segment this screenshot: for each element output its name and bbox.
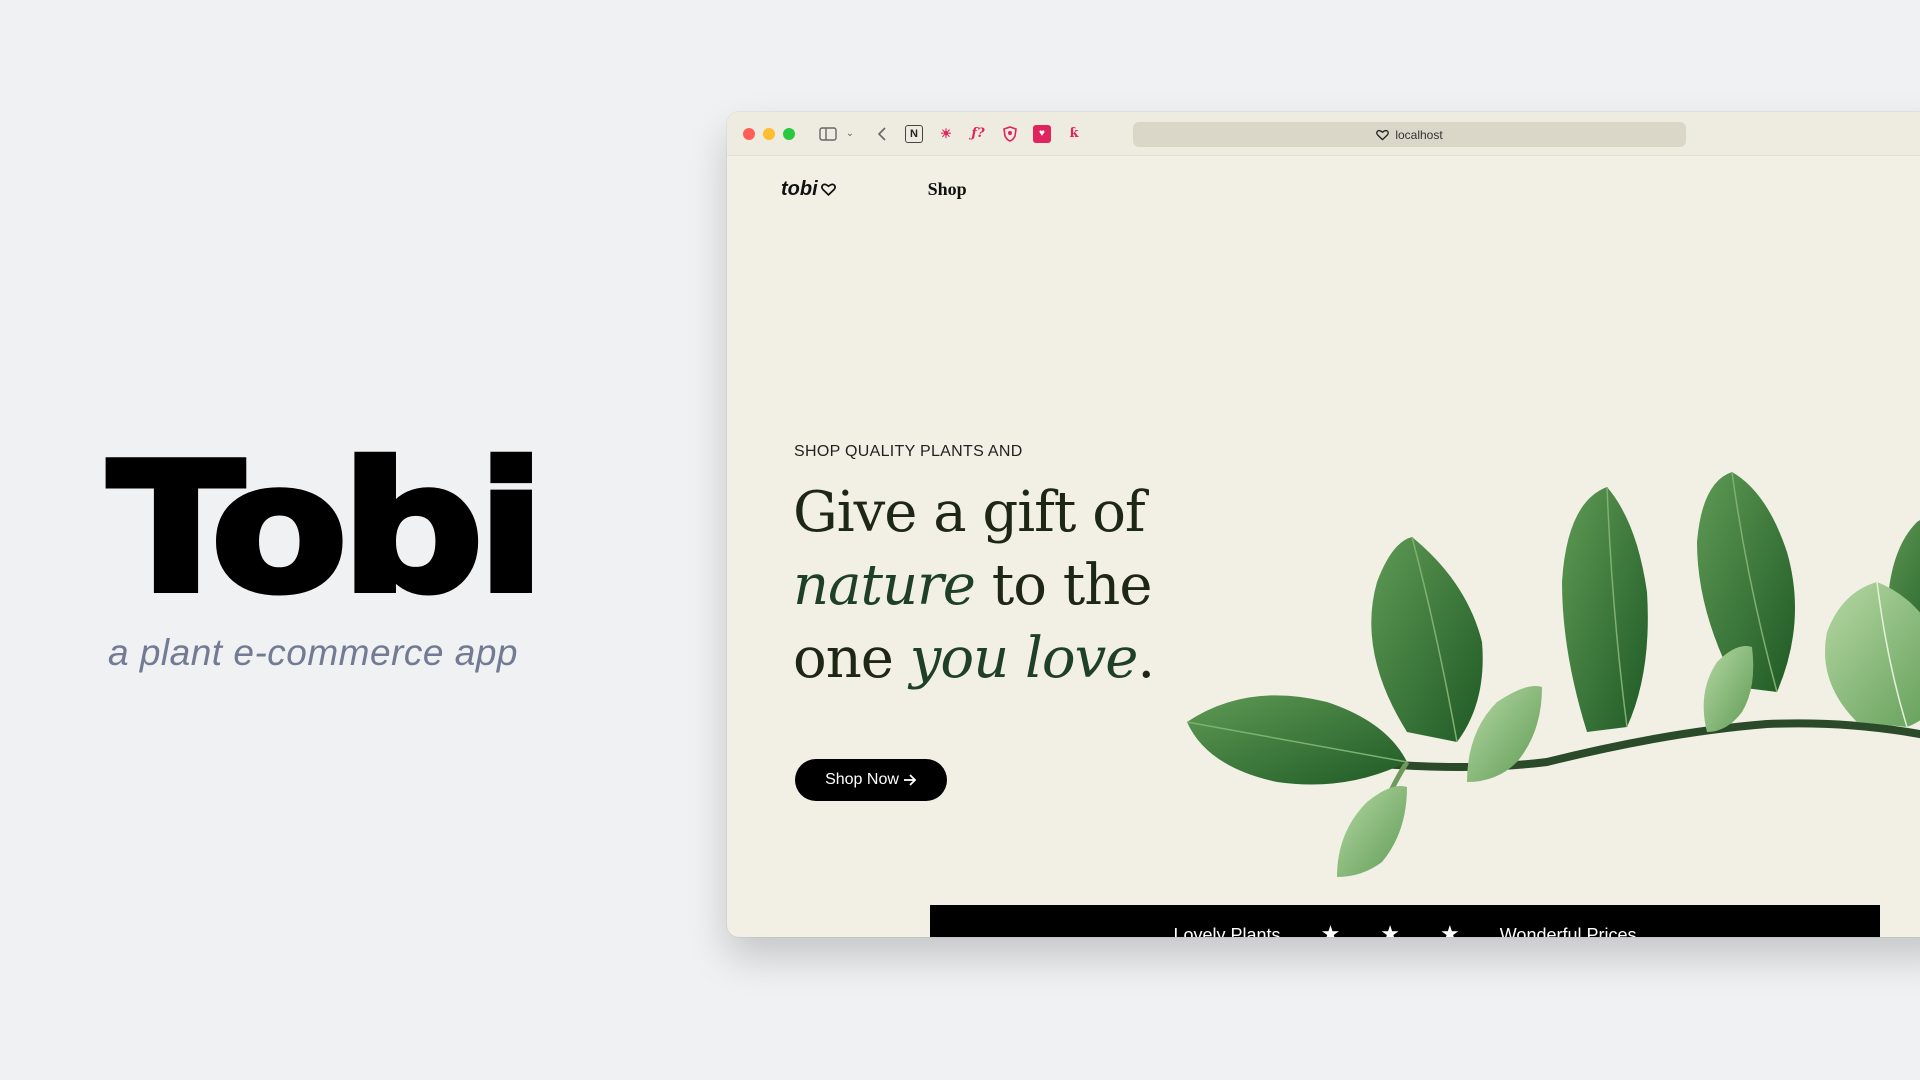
hero-line-2-rest: to the bbox=[991, 553, 1153, 618]
hero-line-3: one you love. bbox=[793, 622, 1155, 695]
leaf-dark-1 bbox=[1186, 695, 1408, 785]
minimize-window-button[interactable] bbox=[763, 127, 775, 140]
hero-title: Give a gift of nature to the one you lov… bbox=[793, 476, 1155, 695]
site-logo[interactable]: tobi bbox=[781, 178, 836, 201]
plant-leaves-image bbox=[1186, 471, 1920, 877]
honey-extension-icon[interactable]: ƙ bbox=[1065, 125, 1083, 143]
hero-line-3-start: one bbox=[793, 626, 894, 691]
logo-text: tobi bbox=[781, 178, 818, 200]
address-text: localhost bbox=[1395, 127, 1443, 142]
chevron-down-icon[interactable]: ⌄ bbox=[841, 125, 859, 143]
close-window-button[interactable] bbox=[743, 127, 755, 140]
window-controls bbox=[743, 127, 795, 140]
browser-window: ⌄ N ☀ ƒ? ♥ ƙ localhost ↓ tobi Shop SHOP … bbox=[727, 112, 1920, 937]
zoom-window-button[interactable] bbox=[783, 127, 795, 140]
shield-extension-icon[interactable] bbox=[1001, 125, 1019, 143]
site-nav: tobi Shop bbox=[781, 178, 967, 201]
leaf-light-4 bbox=[1825, 581, 1920, 728]
star-icon: ★ bbox=[1440, 921, 1460, 938]
marquee-text-right: Wonderful Prices bbox=[1499, 925, 1637, 937]
hero-line-3-end: . bbox=[1137, 626, 1155, 691]
pocket-extension-icon[interactable]: ♥ bbox=[1033, 124, 1051, 143]
notion-icon[interactable]: N bbox=[905, 124, 923, 143]
brand-title: Tobi bbox=[105, 425, 549, 632]
hero-line-1: Give a gift of bbox=[793, 480, 1146, 545]
brand-subtitle: a plant e-commerce app bbox=[108, 632, 518, 673]
brand-block: Tobi a plant e-commerce app bbox=[105, 437, 549, 674]
leaf-light-3 bbox=[1703, 646, 1754, 732]
browser-toolbar: ⌄ N ☀ ƒ? ♥ ƙ localhost ↓ bbox=[727, 112, 1920, 156]
shop-now-label: Shop Now bbox=[825, 771, 899, 788]
shop-now-button[interactable]: Shop Now bbox=[795, 759, 947, 801]
arrow-right-icon bbox=[903, 774, 917, 786]
star-icon: ★ bbox=[1320, 921, 1341, 938]
leaf-dark-3 bbox=[1562, 486, 1648, 732]
hero-line-2: nature to the bbox=[793, 549, 1154, 622]
sun-extension-icon[interactable]: ☀ bbox=[937, 125, 955, 143]
hero-emphasis-you-love: you love bbox=[909, 626, 1139, 691]
marquee-strip: Lovely Plants ★ ★ ★ Wonderful Prices bbox=[930, 905, 1880, 937]
back-icon[interactable] bbox=[873, 125, 891, 143]
marquee-text-left: Lovely Plants bbox=[1173, 925, 1281, 937]
hero-emphasis-nature: nature bbox=[793, 553, 976, 618]
font-extension-icon[interactable]: ƒ? bbox=[969, 125, 987, 143]
star-icon: ★ bbox=[1380, 921, 1401, 938]
hero-eyebrow: SHOP QUALITY PLANTS AND bbox=[794, 443, 1023, 460]
sidebar-toggle-icon[interactable] bbox=[819, 125, 837, 143]
nav-shop-link[interactable]: Shop bbox=[928, 179, 967, 200]
toolbar-icons: ⌄ N ☀ ƒ? ♥ ƙ bbox=[819, 124, 1083, 143]
address-bar[interactable]: localhost bbox=[1133, 122, 1686, 147]
leaf-dark-2 bbox=[1371, 536, 1483, 743]
leaf-light-1 bbox=[1337, 786, 1407, 877]
heart-icon bbox=[1376, 129, 1390, 141]
heart-icon bbox=[820, 183, 836, 196]
